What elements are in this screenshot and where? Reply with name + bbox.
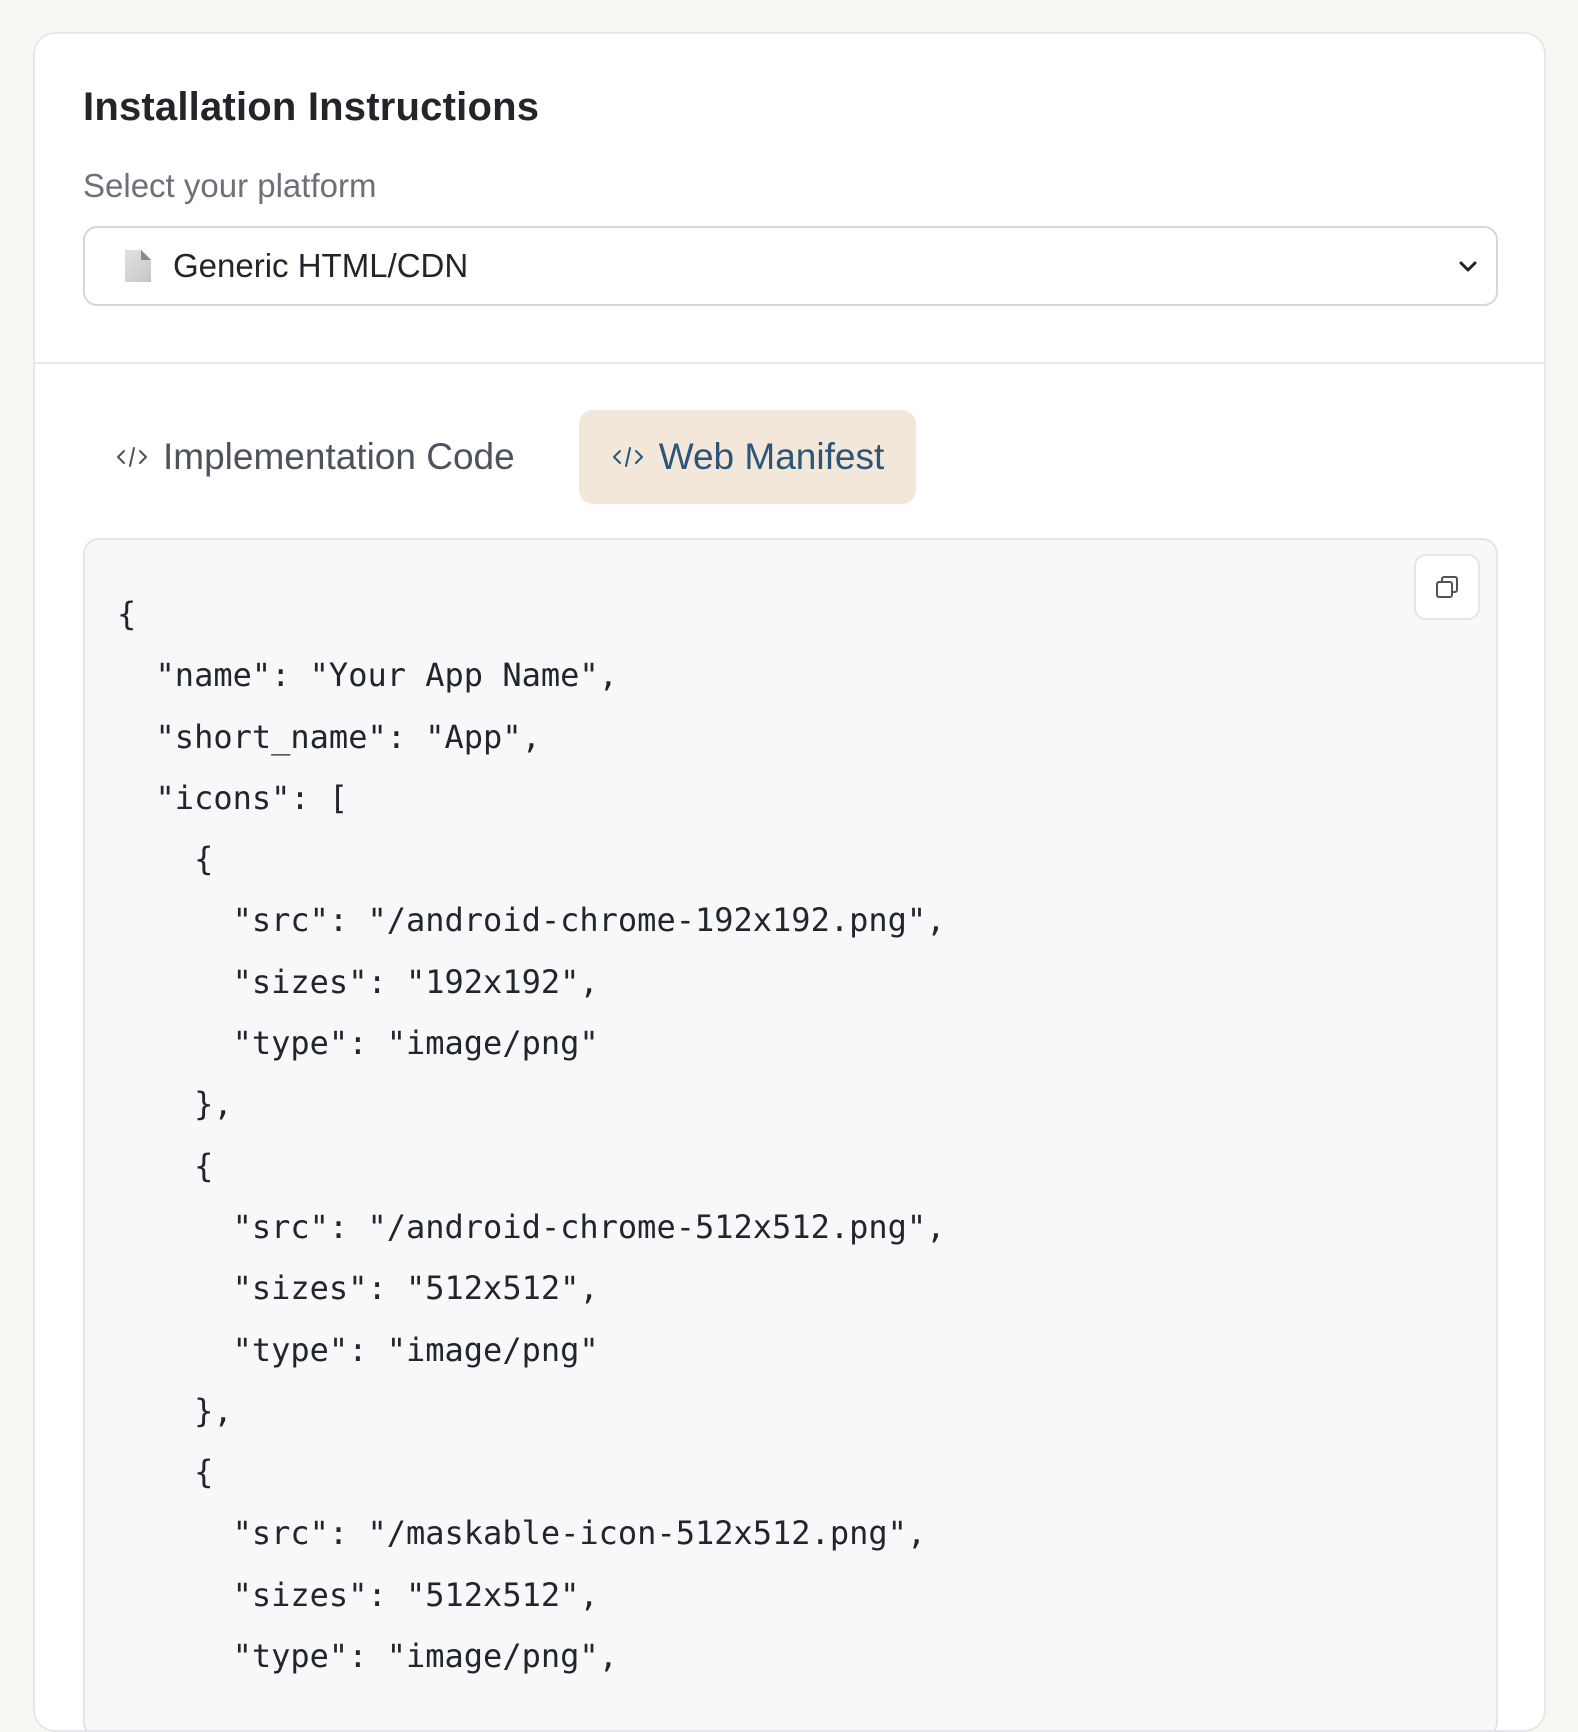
code-icon xyxy=(612,447,643,467)
code-line: "src": "/android-chrome-192x192.png", xyxy=(117,901,946,940)
code-line: "icons": [ xyxy=(117,778,349,817)
tab-web-manifest[interactable]: Web Manifest xyxy=(578,410,917,504)
page-facing-up-icon xyxy=(125,250,151,282)
copy-icon xyxy=(1436,576,1458,598)
code-line: }, xyxy=(117,1391,233,1430)
code-line: "type": "image/png" xyxy=(117,1024,599,1063)
code-line: "sizes": "512x512", xyxy=(117,1269,599,1308)
code-line: { xyxy=(117,595,137,633)
code-line: "src": "/maskable-icon-512x512.png", xyxy=(117,1514,927,1553)
platform-select-value: Generic HTML/CDN xyxy=(173,247,469,284)
code-line: }, xyxy=(117,1085,233,1124)
code-line: "sizes": "192x192", xyxy=(117,962,599,1001)
code-line: "name": "Your App Name", xyxy=(117,656,618,695)
code-block[interactable]: { "name": "Your App Name", "short_name":… xyxy=(83,538,1498,1730)
code-line: "type": "image/png" xyxy=(117,1330,599,1369)
code-line: "short_name": "App", xyxy=(117,717,541,756)
page-title: Installation Instructions xyxy=(83,85,540,129)
platform-select[interactable]: Generic HTML/CDN xyxy=(83,226,1498,306)
tab-implementation-code[interactable]: Implementation Code xyxy=(83,410,547,504)
chevron-down-icon xyxy=(1459,261,1477,272)
tab-bar: Implementation Code Web Manifest xyxy=(83,410,1496,504)
copy-button[interactable] xyxy=(1414,554,1480,620)
card-body: Implementation Code Web Manifest { "name… xyxy=(35,364,1544,1730)
platform-select-label: Select your platform xyxy=(83,167,377,204)
card-header: Installation Instructions Select your pl… xyxy=(35,34,1544,364)
code-icon xyxy=(117,447,147,467)
tab-label: Web Manifest xyxy=(658,436,885,477)
code-line: { xyxy=(117,1146,214,1185)
code-line: { xyxy=(117,840,214,879)
code-line: "src": "/android-chrome-512x512.png", xyxy=(117,1207,946,1246)
tab-label: Implementation Code xyxy=(163,436,515,477)
installation-card: Installation Instructions Select your pl… xyxy=(33,32,1546,1732)
code-line: "type": "image/png", xyxy=(117,1637,618,1676)
code-line: "sizes": "512x512", xyxy=(117,1575,599,1614)
code-line: { xyxy=(117,1453,214,1492)
